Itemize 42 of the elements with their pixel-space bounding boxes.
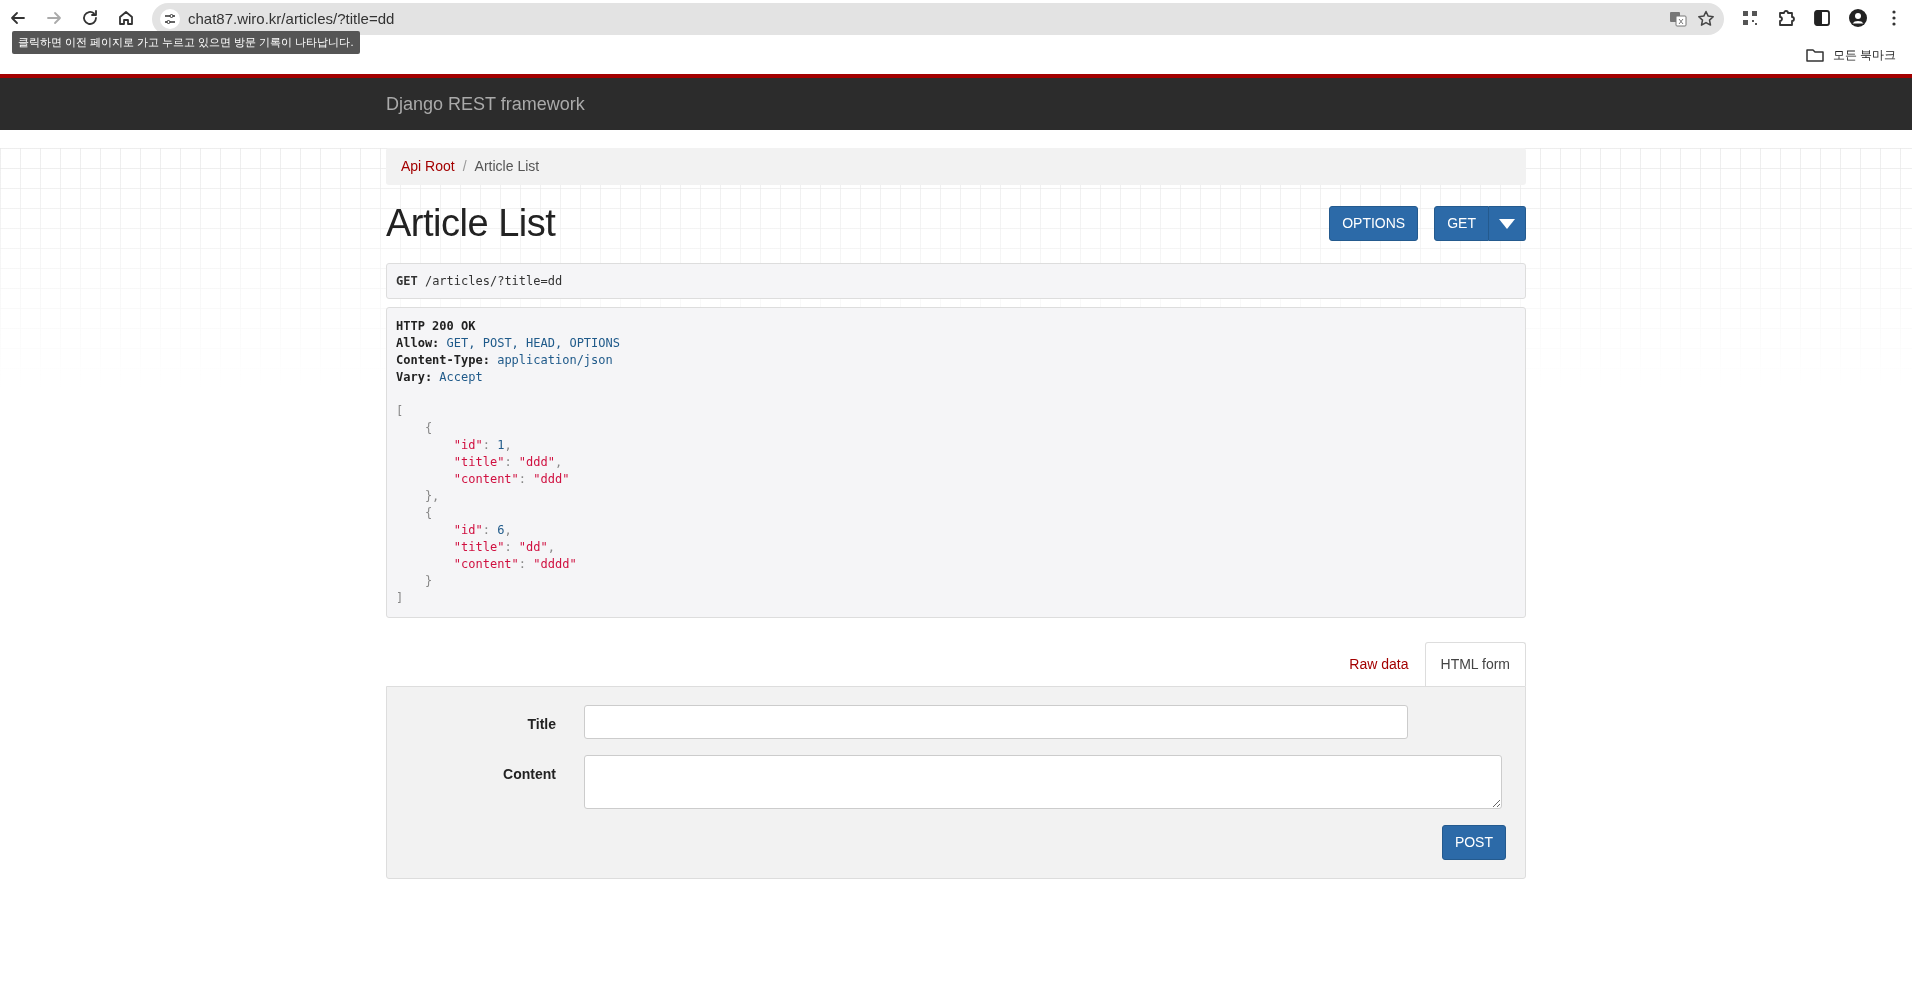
profile-icon[interactable] xyxy=(1848,8,1868,28)
form-tab[interactable]: Raw data xyxy=(1333,641,1425,686)
tooltip: 클릭하면 이전 페이지로 가고 누르고 있으면 방문 기록이 나타납니다. xyxy=(12,31,360,54)
page-title: Article List xyxy=(386,201,556,246)
json-line: ] xyxy=(396,589,405,607)
field-label: Title xyxy=(526,714,557,734)
json-line: { xyxy=(423,419,434,437)
breadcrumb-link[interactable]: Api Root xyxy=(401,156,455,177)
bookmarks-link[interactable]: 모든 북마크 xyxy=(1832,46,1896,64)
response-header: Allow: GET, POST, HEAD, OPTIONS xyxy=(396,334,621,352)
reload-icon[interactable] xyxy=(80,8,100,28)
json-line: "title": "ddd", xyxy=(452,453,564,471)
breadcrumb-current: Article List xyxy=(474,157,540,176)
puzzle-icon[interactable] xyxy=(1776,8,1796,28)
translate-icon[interactable] xyxy=(1668,9,1688,29)
json-line: "content": "ddd" xyxy=(452,470,571,488)
form-tab[interactable]: HTML form xyxy=(1424,641,1526,686)
json-line: "id": 6, xyxy=(452,521,513,539)
post-button[interactable]: POST xyxy=(1441,824,1506,860)
status-line: HTTP 200 OK xyxy=(396,317,477,335)
field-label: Content xyxy=(502,764,557,784)
star-icon[interactable] xyxy=(1696,9,1716,29)
title-field[interactable] xyxy=(584,704,1408,739)
json-line: }, xyxy=(423,487,441,505)
qr-code-icon[interactable] xyxy=(1740,8,1760,28)
json-line: } xyxy=(423,572,434,590)
content-field[interactable] xyxy=(584,754,1502,809)
json-line: [ xyxy=(396,402,405,420)
breadcrumb-separator: / xyxy=(461,157,468,176)
sidebar-icon[interactable] xyxy=(1812,8,1832,28)
home-icon[interactable] xyxy=(116,8,136,28)
json-line: "id": 1, xyxy=(452,436,513,454)
get-button[interactable]: GET xyxy=(1434,206,1489,242)
json-line: { xyxy=(423,504,434,522)
json-line: "content": "dddd" xyxy=(452,555,578,573)
response-header: Vary: Accept xyxy=(396,368,484,386)
site-settings-icon[interactable] xyxy=(160,9,180,29)
json-line: "title": "dd", xyxy=(452,538,556,556)
dropdown-toggle-button[interactable] xyxy=(1489,206,1526,242)
response-header: Content-Type: application/json xyxy=(396,351,614,369)
brand-link[interactable]: Django REST framework xyxy=(386,93,585,114)
options-button[interactable]: OPTIONS xyxy=(1329,206,1419,242)
